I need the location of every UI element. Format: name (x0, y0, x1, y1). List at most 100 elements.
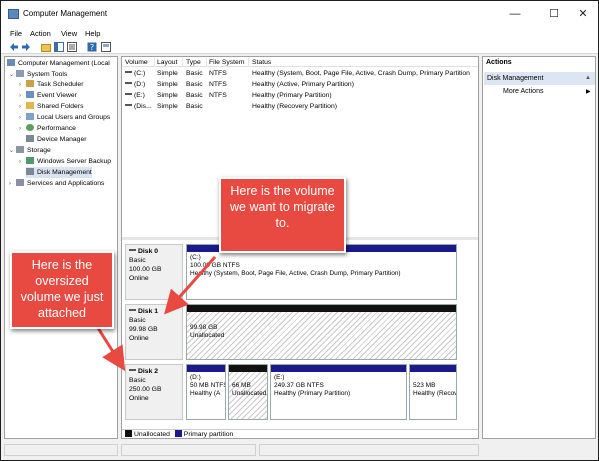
clock-icon (26, 80, 34, 87)
tree-windows-server-backup[interactable]: › Windows Server Backup (19, 156, 111, 167)
up-folder-icon[interactable] (41, 42, 51, 52)
tree-disk-management[interactable]: Disk Management (26, 167, 92, 178)
partition-e[interactable]: (E:) 249.37 GB NTFS Healthy (Primary Par… (270, 364, 407, 420)
disk-icon (129, 309, 136, 311)
actions-section-disk-management[interactable]: Disk Management ▲ (484, 72, 595, 85)
show-hide-icon[interactable] (101, 42, 111, 52)
partition-label: (E:) (274, 374, 285, 381)
volume-icon (125, 71, 132, 73)
tree-performance-label: Performance (37, 125, 76, 132)
menu-action[interactable]: Action (30, 27, 51, 40)
menu-help[interactable]: Help (85, 27, 100, 40)
disk-2-label[interactable]: Disk 2 Basic 250.00 GB Online (125, 364, 183, 420)
column-status[interactable]: Status (252, 58, 478, 67)
cell-volume: (E:) (134, 92, 145, 99)
help-icon[interactable]: ? (87, 42, 97, 52)
minimize-button[interactable]: — (503, 5, 527, 23)
tree-services-label: Services and Applications (27, 180, 105, 187)
tree-performance[interactable]: › Performance (19, 123, 76, 134)
expand-arrow-icon[interactable]: › (19, 157, 26, 168)
shared-folder-icon (26, 102, 34, 109)
partition-status: Unallocated (232, 390, 267, 397)
partition-status: Healthy (Primary Partition) (274, 390, 351, 397)
performance-icon (26, 124, 34, 131)
forward-arrow-icon[interactable] (21, 42, 31, 52)
column-layout[interactable]: Layout (157, 58, 183, 67)
maximize-button[interactable]: ☐ (542, 5, 566, 23)
volume-icon (125, 93, 132, 95)
disk-name: Disk 1 (138, 308, 159, 315)
menu-view[interactable]: View (61, 27, 77, 40)
collapse-arrow-icon[interactable]: ▲ (585, 72, 591, 85)
disk-1-label[interactable]: Disk 1 Basic 99.98 GB Online (125, 304, 183, 360)
tree-root[interactable]: Computer Management (Local (7, 58, 110, 69)
collapse-arrow-icon[interactable]: ⌄ (9, 70, 16, 81)
tree-services[interactable]: › Services and Applications (9, 178, 104, 189)
cell-layout: Simple (157, 103, 178, 110)
disk-0-label[interactable]: Disk 0 Basic 100.00 GB Online (125, 244, 183, 300)
properties-icon[interactable] (67, 42, 77, 52)
disk-name: Disk 0 (138, 248, 159, 255)
partition-size: 50 MB NTFS (190, 382, 226, 389)
column-type[interactable]: Type (186, 58, 207, 67)
tree-local-users[interactable]: › Local Users and Groups (19, 112, 110, 123)
console-tree-icon[interactable] (54, 42, 64, 52)
partition-unallocated-disk1[interactable]: 99.98 GB Unallocated (186, 304, 457, 360)
disk-name: Disk 2 (138, 368, 159, 375)
disk-graphical-view: Disk 0 Basic 100.00 GB Online (C:) 100.0… (122, 242, 478, 427)
cell-layout: Simple (157, 92, 178, 99)
cell-type: Basic (186, 92, 203, 99)
tree-shared-folders[interactable]: › Shared Folders (19, 101, 83, 112)
svg-text:?: ? (90, 43, 94, 52)
close-button[interactable]: ✕ (571, 5, 595, 23)
tree-local-users-label: Local Users and Groups (37, 114, 111, 121)
users-icon (26, 113, 34, 120)
partition-size: 99.98 GB (190, 324, 218, 331)
cell-status: Healthy (Primary Partition) (252, 92, 332, 99)
collapse-arrow-icon[interactable]: ⌄ (9, 146, 16, 157)
cell-file-system: NTFS (209, 70, 227, 77)
tree-root-label: Computer Management (Local (18, 60, 110, 67)
computer-icon (7, 59, 15, 66)
tree-system-tools-label: System Tools (27, 71, 68, 78)
tree-device-manager[interactable]: Device Manager (26, 134, 87, 145)
tree-event-viewer-label: Event Viewer (37, 92, 77, 99)
cell-type: Basic (186, 70, 203, 77)
window-title: Computer Management (23, 9, 108, 18)
status-section-1 (4, 444, 118, 456)
expand-arrow-icon[interactable]: › (9, 179, 16, 190)
callout-oversized-volume: Here is the oversized volume we just att… (10, 251, 114, 329)
column-volume[interactable]: Volume (125, 58, 155, 67)
menu-file[interactable]: File (10, 27, 22, 40)
volume-icon (125, 104, 132, 106)
cell-type: Basic (186, 103, 203, 110)
back-arrow-icon[interactable] (9, 42, 19, 52)
expand-arrow-icon[interactable]: › (19, 124, 26, 135)
disk-state: Online (129, 275, 149, 282)
tree-task-scheduler[interactable]: › Task Scheduler (19, 79, 83, 90)
tree-storage[interactable]: ⌄ Storage (9, 145, 51, 156)
tree-task-scheduler-label: Task Scheduler (37, 81, 84, 88)
more-actions-label: More Actions (503, 88, 544, 95)
table-row[interactable]: (E:) Simple Basic NTFS Healthy (Primary … (122, 90, 478, 101)
partition-recovery[interactable]: 523 MB Healthy (Recovery (409, 364, 457, 420)
column-file-system[interactable]: File System (209, 58, 249, 67)
title-bar: Computer Management — ☐ ✕ (1, 1, 598, 27)
table-row[interactable]: (D:) Simple Basic NTFS Healthy (Active, … (122, 79, 478, 90)
disk-icon (129, 249, 136, 251)
partition-size: 523 MB (413, 382, 436, 389)
table-row[interactable]: (Dis... Simple Basic Healthy (Recovery P… (122, 101, 478, 112)
partition-d[interactable]: (D:) 50 MB NTFS Healthy (A (186, 364, 226, 420)
tree-device-manager-label: Device Manager (37, 136, 87, 143)
table-row[interactable]: (C:) Simple Basic NTFS Healthy (System, … (122, 68, 478, 79)
disk-size: 250.00 GB (129, 386, 162, 393)
partition-unallocated-disk2[interactable]: 66 MB Unallocated (228, 364, 268, 420)
disk-legend: Unallocated Primary partition (122, 429, 478, 438)
more-actions-item[interactable]: More Actions (503, 88, 543, 95)
cell-layout: Simple (157, 70, 178, 77)
cell-volume: (D:) (134, 81, 146, 88)
unallocated-bar (187, 305, 456, 312)
partition-label: (D:) (190, 374, 201, 381)
tree-event-viewer[interactable]: › Event Viewer (19, 90, 77, 101)
status-section-2 (121, 444, 256, 456)
